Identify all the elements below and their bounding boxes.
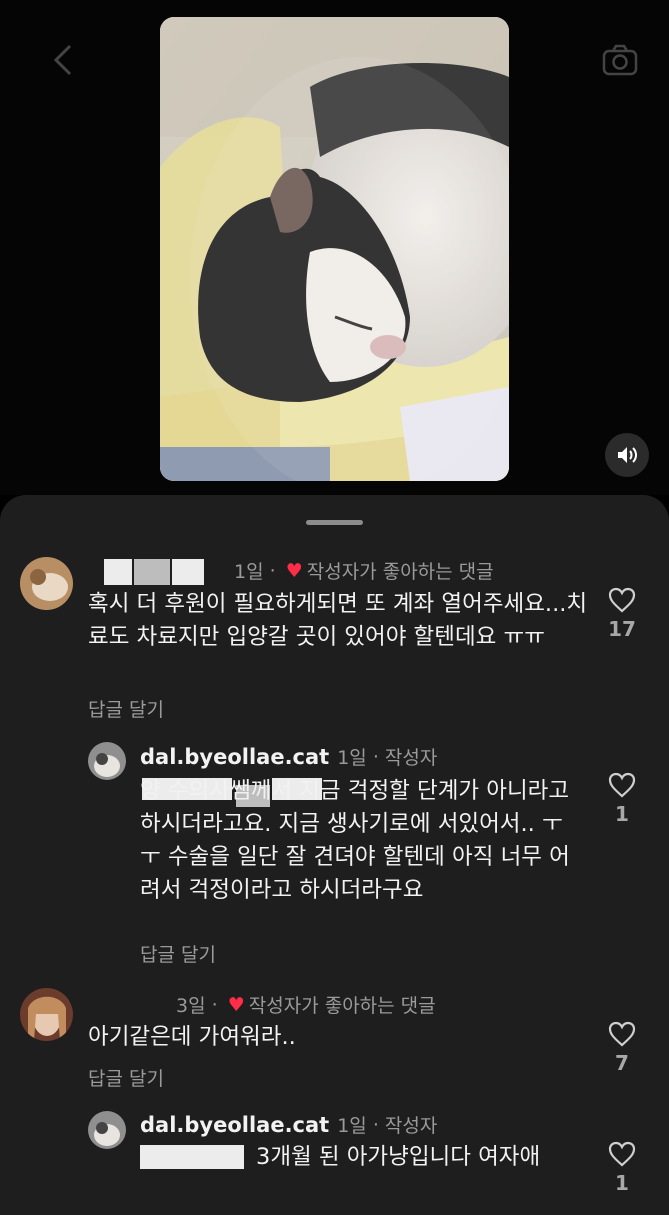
comments-sheet: 1일 · ♥ 작성자가 좋아하는 댓글 혹시 더 후원이 필요하게되면 또 계좌…: [0, 495, 669, 1215]
speaker-icon: [618, 447, 637, 463]
avatar[interactable]: [20, 557, 73, 610]
separator: ·: [366, 745, 385, 768]
avatar[interactable]: [20, 988, 73, 1041]
comment-text: 3개월 된 아가냥입니다 여자애: [256, 1144, 541, 1170]
camera-icon[interactable]: [600, 40, 640, 80]
comment-username[interactable]: dal.byeollae.cat: [140, 745, 329, 769]
kitten-image: [160, 17, 509, 481]
heart-outline-icon: [608, 587, 636, 613]
comment-time: 1일: [337, 747, 367, 769]
like-count: 17: [608, 617, 636, 641]
comment-text: 아기같은데 가여워라..: [88, 1024, 296, 1050]
separator: ·: [263, 559, 282, 582]
like-count: 1: [615, 1171, 629, 1195]
comment-reply: dal.byeollae.cat 1일 · 작성자 양 수의사쌤께서 지금 걱정…: [0, 735, 669, 975]
author-label: 작성자: [384, 1115, 438, 1137]
comment-username[interactable]: dal.byeollae.cat: [140, 1113, 329, 1137]
heart-icon: ♥: [285, 559, 303, 582]
comment-meta: 1일 · ♥ 작성자가 좋아하는 댓글: [234, 557, 494, 584]
reply-button[interactable]: 답글 달기: [88, 695, 164, 722]
comment-text: 양 수의사쌤께서 지금 걱정할 단계가 아니라고 하시더라고요. 지금 생사기로…: [140, 778, 570, 903]
comment-text: 혹시 더 후원이 필요하게되면 또 계좌 열어주세요...치료도 차료지만 입양…: [88, 591, 588, 650]
heart-outline-icon: [608, 1021, 636, 1047]
heart-outline-icon: [608, 1141, 636, 1167]
author-label: 작성자: [384, 747, 438, 769]
separator: ·: [366, 1113, 385, 1136]
avatar[interactable]: [88, 1111, 126, 1149]
comment-meta: dal.byeollae.cat 1일 · 작성자: [140, 1111, 437, 1138]
like-button[interactable]: 1: [602, 772, 642, 826]
reply-button[interactable]: 답글 달기: [140, 940, 216, 967]
comment-time: 1일: [234, 561, 264, 583]
liked-by-author-label: 작성자가 좋아하는 댓글: [248, 995, 436, 1017]
comment-time: 3일: [176, 995, 206, 1017]
separator: ·: [205, 993, 224, 1016]
comment: 3일 · ♥ 작성자가 좋아하는 댓글 아기같은데 가여워라.. 답글 달기 7: [0, 975, 669, 1105]
like-button[interactable]: 7: [602, 1021, 642, 1075]
comment-time: 1일: [337, 1115, 367, 1137]
comment: 1일 · ♥ 작성자가 좋아하는 댓글 혹시 더 후원이 필요하게되면 또 계좌…: [0, 495, 669, 735]
liked-by-author-label: 작성자가 좋아하는 댓글: [306, 561, 494, 583]
back-arrow-icon[interactable]: [44, 40, 84, 80]
heart-icon: ♥: [227, 993, 245, 1016]
like-count: 1: [615, 802, 629, 826]
comment-meta: dal.byeollae.cat 1일 · 작성자: [140, 743, 437, 770]
reply-button[interactable]: 답글 달기: [88, 1064, 164, 1091]
sound-toggle-button[interactable]: [605, 433, 649, 477]
avatar[interactable]: [88, 742, 126, 780]
like-button[interactable]: 1: [602, 1141, 642, 1195]
comment-meta: 3일 · ♥ 작성자가 좋아하는 댓글: [176, 991, 436, 1018]
comment-reply: dal.byeollae.cat 1일 · 작성자 3개월 된 아가냥입니다 여…: [0, 1105, 669, 1215]
heart-outline-icon: [608, 772, 636, 798]
like-button[interactable]: 17: [602, 587, 642, 641]
cat-photo[interactable]: [160, 17, 509, 481]
media-viewer: [0, 0, 669, 495]
like-count: 7: [615, 1051, 629, 1075]
